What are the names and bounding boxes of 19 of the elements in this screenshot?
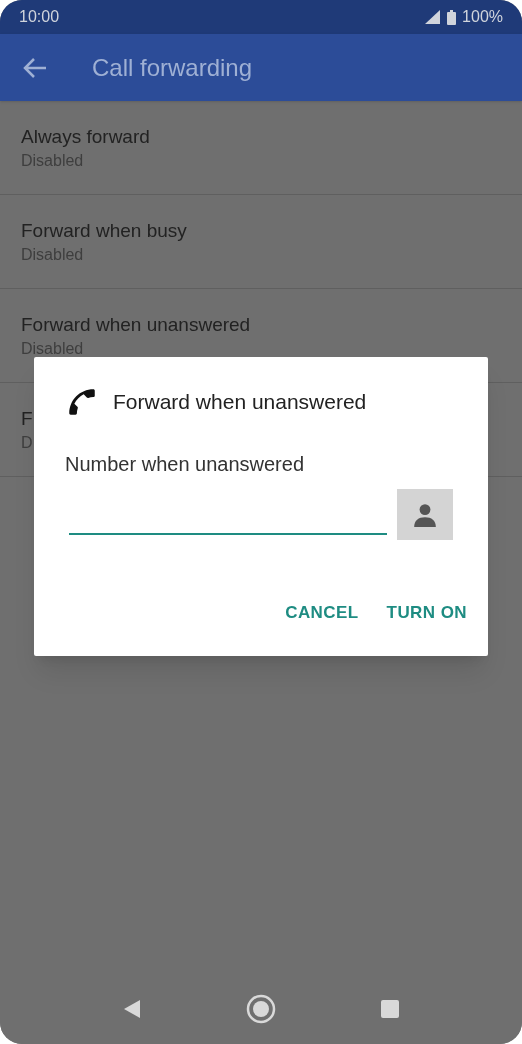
setting-title: Always forward: [21, 125, 151, 149]
dialog-action-button[interactable]: CANCEL: [275, 592, 369, 634]
signal-icon: [425, 10, 442, 24]
status-time: 10:00: [19, 7, 60, 27]
dialog-action-button[interactable]: TURN ON: [376, 592, 477, 634]
recents-icon[interactable]: [380, 999, 400, 1019]
dialog-title: Forward when unanswered: [113, 389, 367, 416]
back-icon[interactable]: [122, 999, 142, 1019]
setting-title: Forward when busy: [21, 219, 188, 243]
setting-title: F: [21, 407, 34, 431]
battery-level: 100%: [462, 7, 503, 27]
person-icon: [412, 501, 438, 528]
home-icon[interactable]: [246, 994, 276, 1024]
app-bar-title: Call forwarding: [92, 52, 253, 83]
field-label: Number when unanswered: [65, 452, 306, 477]
back-arrow-icon[interactable]: [22, 56, 48, 79]
contact-picker-button[interactable]: [397, 489, 453, 540]
setting-title: Forward when unanswered: [21, 313, 252, 337]
battery-icon: [447, 9, 457, 25]
